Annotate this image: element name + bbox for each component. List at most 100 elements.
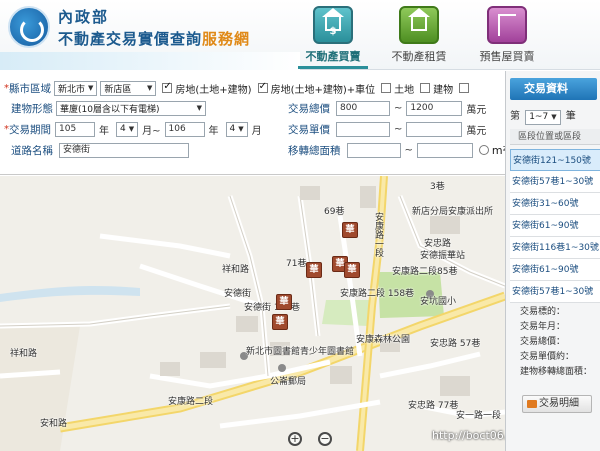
map-label-ande: 安德街	[224, 289, 252, 299]
map-label-library: 新北市圖書館青少年圖書館	[246, 347, 355, 357]
zoom-out-icon[interactable]: −	[318, 432, 332, 446]
unit-price-label: 交易單價	[288, 123, 330, 136]
type-label: 建物	[433, 84, 454, 96]
building-label: 建物形態	[11, 102, 53, 115]
district-select[interactable]: 新店區 ▼	[100, 80, 157, 96]
nav-real-estate-rent[interactable]: 不動產租賃	[378, 6, 460, 64]
org-name: 內政部	[58, 8, 110, 26]
nav-label: 不動產租賃	[391, 50, 447, 63]
road-label: 道路名稱	[11, 144, 53, 157]
map-label-road: 安康路一段	[373, 212, 383, 257]
type-checkbox-extra[interactable]	[459, 83, 470, 93]
moi-logo[interactable]	[8, 6, 50, 48]
transaction-marker[interactable]: 華	[276, 294, 292, 310]
transaction-detail-button[interactable]: 交易明細	[522, 395, 592, 413]
list-item[interactable]: 安德街61~90號	[510, 215, 600, 237]
transaction-marker[interactable]: 華	[344, 262, 360, 278]
list-item[interactable]: 安德街57巷1~30號	[510, 281, 600, 303]
road-row: 道路名稱 安德街	[4, 141, 189, 159]
map-label-post: 公崙郵局	[270, 377, 307, 387]
period-label: 交易期間	[9, 123, 51, 136]
transaction-marker[interactable]: 華	[272, 314, 288, 330]
map-label-park: 安康森林公園	[356, 335, 411, 345]
detail-target: 交易標的：	[520, 307, 566, 317]
unit-price-unit: 萬元	[466, 125, 487, 137]
area-row: 移轉總面積 ~ m²	[288, 142, 508, 158]
site-title[interactable]: 不動產交易實價查詢服務網	[58, 28, 250, 49]
list-item[interactable]: 安德街57巷1~30號	[510, 171, 600, 193]
type-checkbox-house-parking[interactable]	[257, 81, 268, 93]
period-row: * 交易期間 105 年 4 ▼ 月~ 106 年 4 ▼ 月	[4, 121, 262, 137]
detail-unit: 交易單價約：	[520, 352, 575, 362]
type-label: 房地(土地+建物)	[175, 84, 252, 96]
house-rent-icon	[399, 6, 439, 44]
road-input[interactable]: 安德街	[59, 142, 189, 158]
transaction-marker[interactable]: 華	[342, 222, 358, 238]
map-label-xianghe: 祥和路	[10, 349, 38, 359]
region-row: *縣市區域 新北市▼ 新店區▼ 房地(土地+建物) 房地(土地+建物)+車位 土…	[4, 79, 472, 97]
total-unit: 萬元	[466, 104, 487, 116]
type-checkbox-land[interactable]	[381, 83, 392, 93]
region-label: 縣市區域	[9, 82, 51, 95]
unit-price-row: 交易單價 ~ 萬元	[288, 121, 487, 137]
unit-price-max[interactable]	[406, 121, 463, 137]
nav-presale[interactable]: 預售屋買賣	[466, 6, 548, 64]
map-label-71: 71巷	[286, 259, 307, 269]
map-label-158: 安康路二段 158巷	[340, 289, 415, 299]
map-view[interactable]: 3巷 新店分局安康派出所 安康路一段 安忠路 安德振華站 安康路二段85巷 安坑…	[0, 176, 505, 451]
total-price-min[interactable]: 800	[336, 100, 390, 116]
area-min[interactable]	[346, 142, 401, 158]
unit-price-min[interactable]	[336, 121, 390, 137]
total-price-row: 交易總價 800 ~ 1200 萬元	[288, 100, 487, 116]
area-label: 移轉總面積	[288, 144, 341, 157]
map-label-anhe: 安和路	[40, 419, 68, 429]
panel-title: 交易資料	[510, 78, 597, 100]
type-label: 房地(土地+建物)+車位	[270, 84, 376, 96]
watermark-text: http://boct06.pixnet.net/album	[432, 429, 505, 442]
map-label-69: 69巷	[324, 207, 345, 217]
total-price-max[interactable]: 1200	[406, 100, 463, 116]
map-label-school: 安坑國小	[420, 297, 457, 307]
list-item[interactable]: 安德街121~150號	[510, 149, 600, 171]
map-label-police: 新店分局安康派出所	[412, 207, 494, 217]
map-label: 3巷	[430, 182, 445, 192]
year-to-input[interactable]: 106	[164, 121, 205, 137]
city-select[interactable]: 新北市 ▼	[54, 80, 98, 96]
building-type-select[interactable]: 華廈(10層含以下有電梯) ▼	[56, 100, 206, 116]
crane-icon	[487, 6, 527, 44]
header-decoration	[0, 52, 300, 70]
detail-total: 交易總價：	[520, 337, 566, 347]
transaction-detail: 交易標的： 交易年月： 交易總價： 交易單價約： 建物移轉總面積：	[520, 305, 600, 380]
list-item[interactable]: 安德街116巷1~30號	[510, 237, 600, 259]
map-label-lane85: 安康路二段85巷	[392, 267, 458, 277]
month-to-select[interactable]: 4 ▼	[225, 121, 248, 137]
list-header: 區段位置或區段	[510, 129, 600, 145]
transaction-marker[interactable]: 華	[306, 262, 322, 278]
search-filters: *縣市區域 新北市▼ 新店區▼ 房地(土地+建物) 房地(土地+建物)+車位 土…	[0, 71, 508, 175]
area-max[interactable]	[416, 142, 473, 158]
zoom-in-icon[interactable]: +	[288, 432, 302, 446]
site-title-main: 不動產交易實價查詢	[58, 30, 203, 48]
total-price-label: 交易總價	[288, 102, 330, 115]
nav-real-estate-sale[interactable]: $ 不動產買賣	[292, 6, 374, 69]
type-label: 土地	[394, 84, 415, 96]
area-unit-radio[interactable]	[478, 145, 489, 155]
house-dollar-icon: $	[313, 6, 353, 44]
map-label-anzhong77: 安忠路 77巷	[408, 401, 459, 411]
map-label-xianghe2: 祥和路	[222, 265, 250, 275]
type-checkbox-building[interactable]	[420, 83, 431, 93]
detail-area: 建物移轉總面積：	[520, 367, 593, 377]
transaction-panel: 交易資料 第 1~7 ▼ 筆 區段位置或區段 安德街121~150號 安德街57巷…	[505, 71, 600, 451]
type-checkbox-house[interactable]	[162, 81, 173, 93]
page-select[interactable]: 1~7 ▼	[525, 109, 561, 125]
building-row: 建物形態 華廈(10層含以下有電梯) ▼	[4, 99, 206, 117]
map-label-anyi: 安一路一段	[456, 411, 502, 421]
map-label-shop: 安德振華站	[420, 251, 466, 261]
list-item[interactable]: 安德街31~60號	[510, 193, 600, 215]
pager: 第 1~7 ▼ 筆	[510, 107, 576, 125]
nav-label: 預售屋買賣	[479, 50, 535, 63]
month-from-select[interactable]: 4 ▼	[116, 121, 139, 137]
list-item[interactable]: 安德街61~90號	[510, 259, 600, 281]
year-from-input[interactable]: 105	[55, 121, 95, 137]
transaction-list: 安德街121~150號 安德街57巷1~30號 安德街31~60號 安德街61~…	[510, 149, 600, 303]
